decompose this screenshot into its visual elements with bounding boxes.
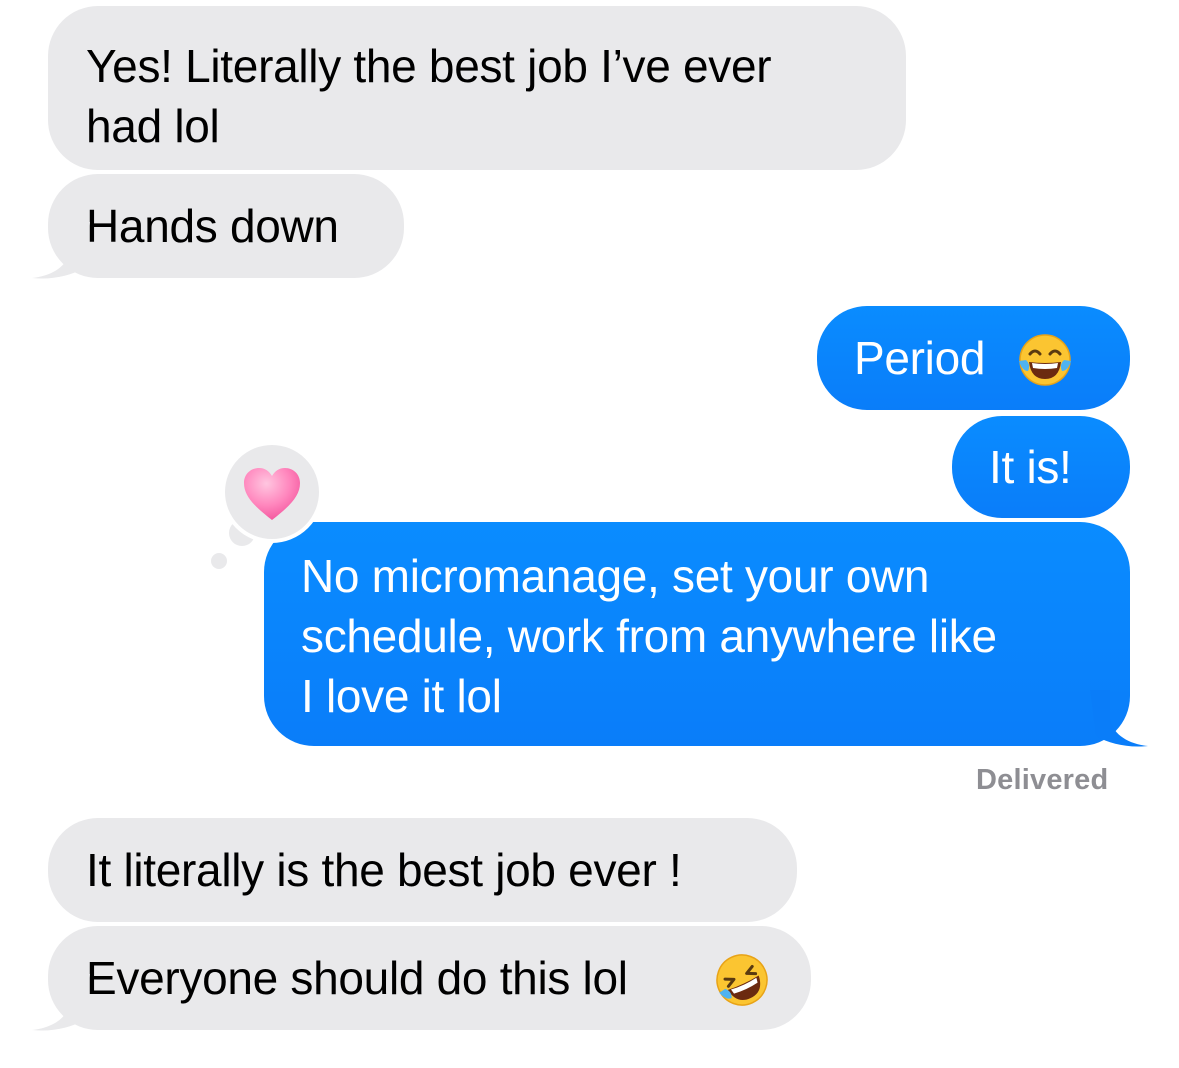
tapback-dot [211,553,227,569]
message-text: It is! [989,441,1072,493]
received-message-bubble[interactable]: Yes! Literally the best job I’ve ever ha… [48,6,906,170]
received-message-bubble[interactable]: It literally is the best job ever ! [48,818,797,922]
message-text: Period [854,332,986,384]
message-text-line: Yes! Literally the best job I’ve ever [86,40,772,92]
message-text: Hands down [86,200,339,252]
tapback-reaction[interactable] [221,441,323,543]
rolling-on-the-floor-laughing-icon [716,954,768,1006]
message-text-line: schedule, work from anywhere like [301,610,997,662]
message-text-line: No micromanage, set your own [301,550,930,602]
message-text-line: had lol [86,100,220,152]
pink-heart-icon [244,468,300,520]
sent-message-bubble[interactable]: It is! [952,416,1130,518]
received-message-bubble[interactable]: Everyone should do this lol [48,926,811,1030]
sent-message-bubble[interactable]: No micromanage, set your own schedule, w… [264,522,1130,746]
message-text: It literally is the best job ever ! [86,844,682,896]
received-bubble-tail [32,222,90,279]
received-bubble-tail [32,974,90,1031]
message-thread: Yes! Literally the best job I’ve ever ha… [0,0,1179,1068]
sent-bubble-tail [1090,690,1148,747]
received-message-bubble[interactable]: Hands down [48,174,404,278]
delivery-status: Delivered [976,764,1109,796]
face-with-tears-of-joy-icon [1019,334,1071,386]
message-text: Everyone should do this lol [86,952,628,1004]
sent-message-bubble[interactable]: Period [817,306,1130,410]
message-text-line: I love it lol [301,670,502,722]
